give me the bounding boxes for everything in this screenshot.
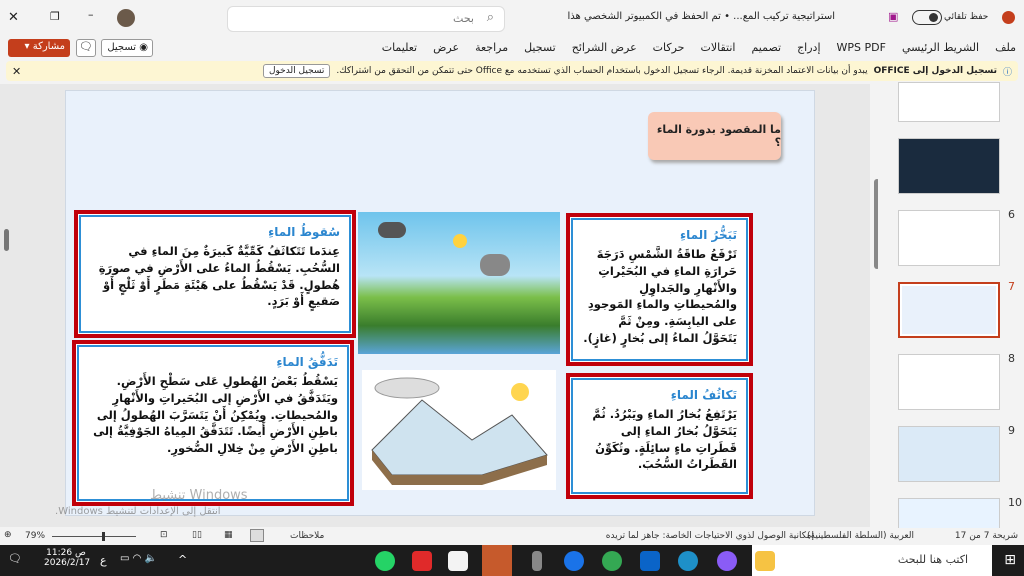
slide-number: 10 xyxy=(1008,496,1022,509)
copilot-icon[interactable] xyxy=(717,551,737,571)
activation-watermark: تنشيط Windows xyxy=(150,488,248,503)
zoom-slider[interactable] xyxy=(52,532,136,541)
search-icon: ⌕ xyxy=(486,10,494,25)
tab[interactable]: عرض الشرائح xyxy=(572,41,637,60)
language-status[interactable]: العربية (السلطة الفلسطينية) xyxy=(807,531,914,541)
water-cycle-image xyxy=(358,212,560,354)
box-heading: تَبَخُّرُ الماءِ xyxy=(680,228,737,242)
tab[interactable]: حركات xyxy=(653,41,685,60)
tab[interactable]: WPS PDF xyxy=(837,41,886,60)
input-language[interactable]: ع xyxy=(100,554,107,567)
box-heading: تَدَفُّقُ الماءِ xyxy=(276,355,338,369)
slide-number: 9 xyxy=(1008,424,1015,437)
scrollbar[interactable] xyxy=(4,229,9,251)
notification-message: يبدو أن بيانات الاعتماد المخزنة قديمة. ا… xyxy=(336,66,868,76)
cloud-icon xyxy=(378,222,406,238)
close-button[interactable]: ✕ xyxy=(8,10,19,25)
slide-thumbnail[interactable] xyxy=(898,138,1000,194)
slide-title[interactable]: ما المقصود بدورة الماء ؟ xyxy=(648,112,781,160)
condensation-box[interactable]: تَكاثُفُ الماءِ يَرْتَفِعُ بُخارُ الماءِ… xyxy=(566,373,753,499)
box-heading: سُقوطُ الماءِ xyxy=(268,225,340,239)
taskbar: ⊞ اكتب هنا للبحث ^ ▭ ◠ 🔈 ع 11:26 ص 2026/2… xyxy=(0,545,1024,576)
zoom-level[interactable]: 79% xyxy=(25,531,45,541)
whatsapp-icon[interactable] xyxy=(375,551,395,571)
search-input[interactable]: ⌕ بحث xyxy=(227,6,505,32)
reading-view-icon[interactable]: ▯▯ xyxy=(192,530,202,540)
start-button[interactable]: ⊞ xyxy=(1004,552,1016,568)
record-button[interactable]: ◉ تسجيل xyxy=(101,39,153,57)
slide-counter: شريحة 7 من 17 xyxy=(954,531,1018,541)
save-icon[interactable]: ▣ xyxy=(888,10,898,23)
status-bar: شريحة 7 من 17 العربية (السلطة الفلسطينية… xyxy=(0,528,1024,545)
cloud-icon xyxy=(480,254,510,276)
notification-title: تسجيل الدخول إلى OFFICE xyxy=(873,66,997,76)
box-text: يَرْتَفِعُ بُخارُ الماءِ ويَبْرُدُ. ثُمَ… xyxy=(592,407,737,472)
show-hidden-icons[interactable]: ^ xyxy=(178,553,187,566)
box-text: عِندَما تَتَكاثَفُ كَمِّيَّةٌ كَبيرَةٌ م… xyxy=(98,244,340,309)
accessibility-status[interactable]: إمكانية الوصول لذوي الاحتياجات الخاصة: ج… xyxy=(606,531,814,541)
share-button[interactable]: مشاركة ▾ xyxy=(8,39,70,57)
info-icon: ⓘ xyxy=(1002,67,1012,78)
wps-icon[interactable] xyxy=(412,551,432,571)
ribbon-tabs: ملف الشريط الرئيسي WPS PDF إدراج تصميم ا… xyxy=(0,36,1024,60)
activation-watermark-hint: انتقل إلى الإعدادات لتنشيط Windows. xyxy=(55,506,221,517)
normal-view-icon[interactable] xyxy=(250,529,264,542)
chrome-profile-icon[interactable] xyxy=(564,551,584,571)
chrome-icon[interactable] xyxy=(602,551,622,571)
powerpoint-icon xyxy=(1002,11,1015,24)
box-heading: تَكاثُفُ الماءِ xyxy=(670,388,737,402)
tab[interactable]: ملف xyxy=(995,41,1016,60)
tab[interactable]: مراجعة xyxy=(475,41,508,60)
sun-icon xyxy=(453,234,467,248)
tray-icons[interactable]: ▭ ◠ 🔈 xyxy=(120,553,157,564)
tab[interactable]: الشريط الرئيسي xyxy=(902,41,979,60)
avatar[interactable] xyxy=(117,9,135,27)
autosave-label: حفظ تلقائي xyxy=(944,12,989,22)
fit-slide-icon[interactable]: ⊕ xyxy=(4,530,12,540)
slide-number: 6 xyxy=(1008,208,1015,221)
sign-in-button[interactable]: تسجيل الدخول xyxy=(262,64,331,78)
slide-sorter-icon[interactable]: ▦ xyxy=(224,530,233,540)
microphone-icon[interactable] xyxy=(532,551,542,571)
comments-button[interactable]: 🗨 xyxy=(76,39,96,57)
taskbar-search[interactable]: اكتب هنا للبحث xyxy=(752,545,992,576)
slide-thumbnail[interactable] xyxy=(898,82,1000,122)
slide-thumbnail[interactable] xyxy=(898,210,1000,266)
slide-thumbnail[interactable] xyxy=(898,426,1000,482)
runoff-box[interactable]: تَدَفُّقُ الماءِ يَسْقُطُ بَعْضُ الهُطول… xyxy=(72,340,354,506)
tab[interactable]: تصميم xyxy=(751,41,781,60)
tab[interactable]: إدراج xyxy=(797,41,820,60)
box-text: يَسْقُطُ بَعْضُ الهُطولِ عَلى سَطْحِ الأ… xyxy=(93,374,338,456)
tab[interactable]: تعليمات xyxy=(382,41,417,60)
restore-button[interactable]: ❐ xyxy=(50,10,60,23)
autosave-toggle[interactable] xyxy=(912,10,942,25)
slide-number: 8 xyxy=(1008,352,1015,365)
outlook-icon[interactable] xyxy=(640,551,660,571)
precipitation-box[interactable]: سُقوطُ الماءِ عِندَما تَتَكاثَفُ كَمِّيَ… xyxy=(74,210,356,338)
slide-number: 7 xyxy=(1008,280,1015,293)
title-bar: ✕ ❐ – ⌕ بحث استراتيجية تركيب المع... • تم… xyxy=(0,0,1024,36)
notifications-icon[interactable]: 🗨 xyxy=(8,552,22,565)
box-text: تَرْفَعُ طاقَةُ الشَّمْسِ دَرَجَةَ حَرار… xyxy=(583,247,737,345)
notes-button[interactable]: ملاحظات xyxy=(290,531,324,541)
evaporation-box[interactable]: تَبَخُّرُ الماءِ تَرْفَعُ طاقَةُ الشَّمْ… xyxy=(566,213,753,366)
document-title[interactable]: استراتيجية تركيب المع... • تم الحفظ في ا… xyxy=(540,11,836,22)
tab[interactable]: تسجيل xyxy=(524,41,556,60)
store-icon[interactable] xyxy=(448,551,468,571)
tab[interactable]: انتقالات xyxy=(700,41,735,60)
slide-thumbnail-selected[interactable] xyxy=(898,282,1000,338)
thumbnail-pane: 6 7 8 9 10 xyxy=(878,82,1024,554)
minimize-button[interactable]: – xyxy=(88,8,94,21)
edge-icon[interactable] xyxy=(678,551,698,571)
tab[interactable]: عرض xyxy=(433,41,459,60)
diagram-illustration xyxy=(371,377,548,485)
powerpoint-taskbar-icon[interactable] xyxy=(482,545,512,576)
slideshow-icon[interactable]: ⊡ xyxy=(160,530,168,540)
close-notification-icon[interactable]: ✕ xyxy=(12,65,21,78)
file-explorer-icon[interactable] xyxy=(755,551,775,571)
clock[interactable]: 11:26 ص 2026/2/17 xyxy=(44,548,90,568)
water-cycle-diagram xyxy=(362,370,556,490)
slide-thumbnail[interactable] xyxy=(898,354,1000,410)
notification-bar: ⓘ تسجيل الدخول إلى OFFICE يبدو أن بيانات… xyxy=(6,61,1018,81)
